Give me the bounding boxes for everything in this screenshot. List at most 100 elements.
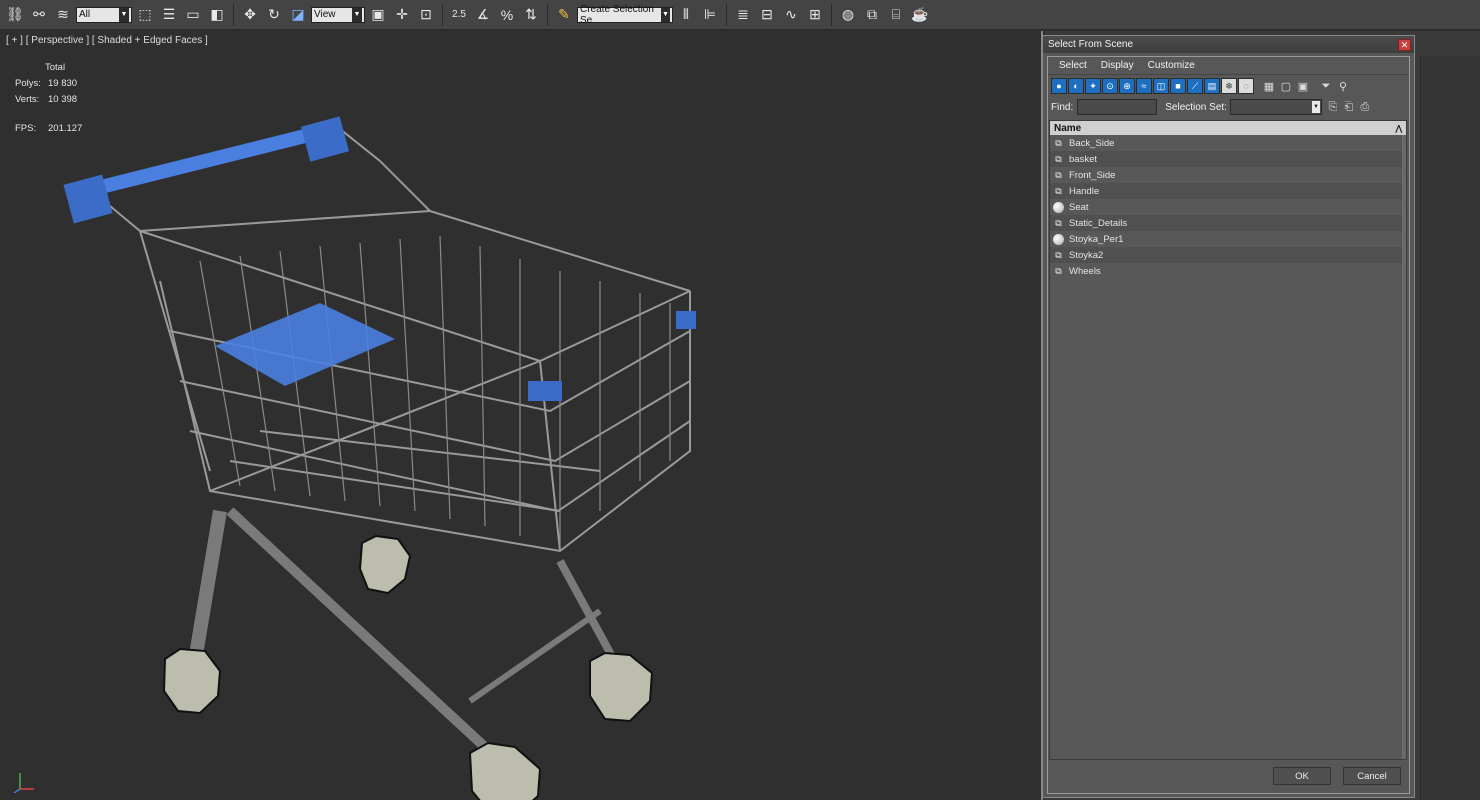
ok-button[interactable]: OK	[1273, 767, 1331, 785]
spacewarps-filter-icon[interactable]: ≈	[1136, 78, 1152, 94]
filter-settings-icon[interactable]: ⚲	[1335, 78, 1351, 94]
scene-explorer-icon[interactable]: ⊟	[756, 4, 778, 26]
add-selection-set-icon[interactable]: ⎘	[1325, 99, 1341, 115]
pivot-center-icon[interactable]: ▣	[367, 4, 389, 26]
filter-icon[interactable]: ⏷	[1318, 78, 1334, 94]
spinner-snap-icon[interactable]: ⇅	[520, 4, 542, 26]
mesh-icon: ⧉	[1055, 265, 1062, 276]
snap-toggle-icon[interactable]: 2.5	[448, 4, 470, 26]
axis-gizmo	[13, 769, 38, 796]
command-panel-strip	[1420, 56, 1480, 800]
list-item-name: Back_Side	[1069, 137, 1115, 149]
chevron-down-icon: ▼	[660, 7, 670, 22]
perspective-viewport[interactable]: [ + ] [ Perspective ] [ Shaded + Edged F…	[0, 31, 1043, 800]
helpers-filter-icon[interactable]: ⊕	[1119, 78, 1135, 94]
rectangular-selection-icon[interactable]: ▭	[182, 4, 204, 26]
toolbar-divider	[547, 3, 548, 26]
chevron-down-icon: ▼	[352, 7, 362, 22]
schematic-view-icon[interactable]: ⊞	[804, 4, 826, 26]
angle-snap-icon[interactable]: ∡	[472, 4, 494, 26]
find-label: Find:	[1051, 101, 1074, 113]
unlink-icon[interactable]: ⚯	[28, 4, 50, 26]
reference-coord-value: View	[314, 9, 336, 20]
link-icon[interactable]: ⛓	[4, 4, 26, 26]
scale-icon[interactable]: ◪	[287, 4, 309, 26]
move-icon[interactable]: ✥	[239, 4, 261, 26]
toolbar-divider	[233, 3, 234, 26]
display-invert-icon[interactable]: ▣	[1295, 78, 1311, 94]
name-column-header[interactable]: Name ⋀	[1050, 121, 1406, 135]
menu-select[interactable]: Select	[1059, 60, 1087, 71]
bind-space-warp-icon[interactable]: ≋	[52, 4, 74, 26]
list-item[interactable]: ⧉ Static_Details	[1050, 215, 1406, 231]
find-input[interactable]	[1077, 99, 1158, 115]
list-item[interactable]: ⧉ basket	[1050, 151, 1406, 167]
display-none-icon[interactable]: ▢	[1278, 78, 1294, 94]
select-manipulate-icon[interactable]: ✛	[391, 4, 413, 26]
dialog-body: Select Display Customize ● ◐ ✦ ⊙ ⊕ ≈ ◫ ■…	[1047, 56, 1410, 794]
display-all-icon[interactable]: ▦	[1261, 78, 1277, 94]
curve-editor-icon[interactable]: ∿	[780, 4, 802, 26]
remove-selection-set-icon[interactable]: ⎗	[1341, 99, 1357, 115]
list-item-name: Wheels	[1069, 265, 1101, 277]
selection-set-dropdown[interactable]: ▼	[1229, 99, 1322, 115]
list-item-name: basket	[1069, 153, 1097, 165]
cancel-button[interactable]: Cancel	[1343, 767, 1401, 785]
menu-customize[interactable]: Customize	[1148, 60, 1195, 71]
render-teapot-icon[interactable]: ☕	[909, 4, 931, 26]
list-item[interactable]: Seat	[1050, 199, 1406, 215]
selection-filter-value: All	[79, 9, 91, 20]
mesh-icon: ⧉	[1055, 153, 1062, 164]
geometry-filter-icon[interactable]: ●	[1051, 78, 1067, 94]
shapes-filter-icon[interactable]: ◐	[1068, 78, 1084, 94]
edit-selection-set-icon[interactable]: ⎙	[1357, 99, 1373, 115]
lights-filter-icon[interactable]: ✦	[1085, 78, 1101, 94]
select-by-name-icon[interactable]: ☰	[158, 4, 180, 26]
menu-display[interactable]: Display	[1101, 60, 1134, 71]
select-object-icon[interactable]: ⬚	[134, 4, 156, 26]
find-bar: Find: Selection Set: ▼ ⎘ ⎗ ⎙	[1048, 97, 1409, 117]
list-item[interactable]: ⧉ Handle	[1050, 183, 1406, 199]
mesh-icon: ⧉	[1055, 169, 1062, 180]
dialog-title: Select From Scene	[1048, 39, 1134, 50]
sphere-icon	[1053, 233, 1064, 245]
rendered-frame-icon[interactable]: ⌸	[885, 4, 907, 26]
rotate-icon[interactable]: ↻	[263, 4, 285, 26]
list-scrollbar[interactable]	[1402, 135, 1406, 759]
containers-filter-icon[interactable]: ▤	[1204, 78, 1220, 94]
list-item[interactable]: Stoyka_Per1	[1050, 231, 1406, 247]
mesh-icon: ⧉	[1055, 137, 1062, 148]
mesh-icon: ⧉	[1055, 217, 1062, 228]
xrefs-filter-icon[interactable]: ■	[1170, 78, 1186, 94]
groups-filter-icon[interactable]: ◫	[1153, 78, 1169, 94]
list-item[interactable]: ⧉ Wheels	[1050, 263, 1406, 279]
window-crossing-icon[interactable]: ◧	[206, 4, 228, 26]
list-item-name: Front_Side	[1069, 169, 1116, 181]
list-item[interactable]: ⧉ Front_Side	[1050, 167, 1406, 183]
mesh-icon: ⧉	[1055, 185, 1062, 196]
layer-manager-icon[interactable]: ≣	[732, 4, 754, 26]
percent-snap-icon[interactable]: %	[496, 4, 518, 26]
cameras-filter-icon[interactable]: ⊙	[1102, 78, 1118, 94]
list-item-name: Seat	[1069, 201, 1089, 213]
selection-filter-dropdown[interactable]: All ▼	[76, 6, 132, 23]
frozen-filter-icon[interactable]: ❄	[1221, 78, 1237, 94]
reference-coord-dropdown[interactable]: View ▼	[311, 6, 365, 23]
hidden-filter-icon[interactable]: ◌	[1238, 78, 1254, 94]
render-setup-icon[interactable]: ⧉	[861, 4, 883, 26]
list-item[interactable]: ⧉ Back_Side	[1050, 135, 1406, 151]
display-filter-bar: ● ◐ ✦ ⊙ ⊕ ≈ ◫ ■ ⟋ ▤ ❄ ◌ ▦ ▢ ▣ ⏷ ⚲	[1048, 75, 1409, 97]
close-icon[interactable]: ✕	[1398, 38, 1411, 51]
mirror-icon[interactable]: ⫴	[675, 4, 697, 26]
list-item-name: Stoyka_Per1	[1069, 233, 1124, 245]
list-item[interactable]: ⧉ Stoyka2	[1050, 247, 1406, 263]
align-icon[interactable]: ⊫	[699, 4, 721, 26]
keyboard-shortcut-icon[interactable]: ⊡	[415, 4, 437, 26]
toolbar-divider	[726, 3, 727, 26]
selection-set-label: Selection Set:	[1165, 101, 1227, 113]
dialog-titlebar[interactable]: Select From Scene ✕	[1043, 36, 1414, 53]
material-editor-icon[interactable]: ◍	[837, 4, 859, 26]
named-selection-set-dropdown[interactable]: Create Selection Se ▼	[577, 4, 673, 26]
edit-named-selection-icon[interactable]: ✎	[553, 4, 575, 26]
bones-filter-icon[interactable]: ⟋	[1187, 78, 1203, 94]
